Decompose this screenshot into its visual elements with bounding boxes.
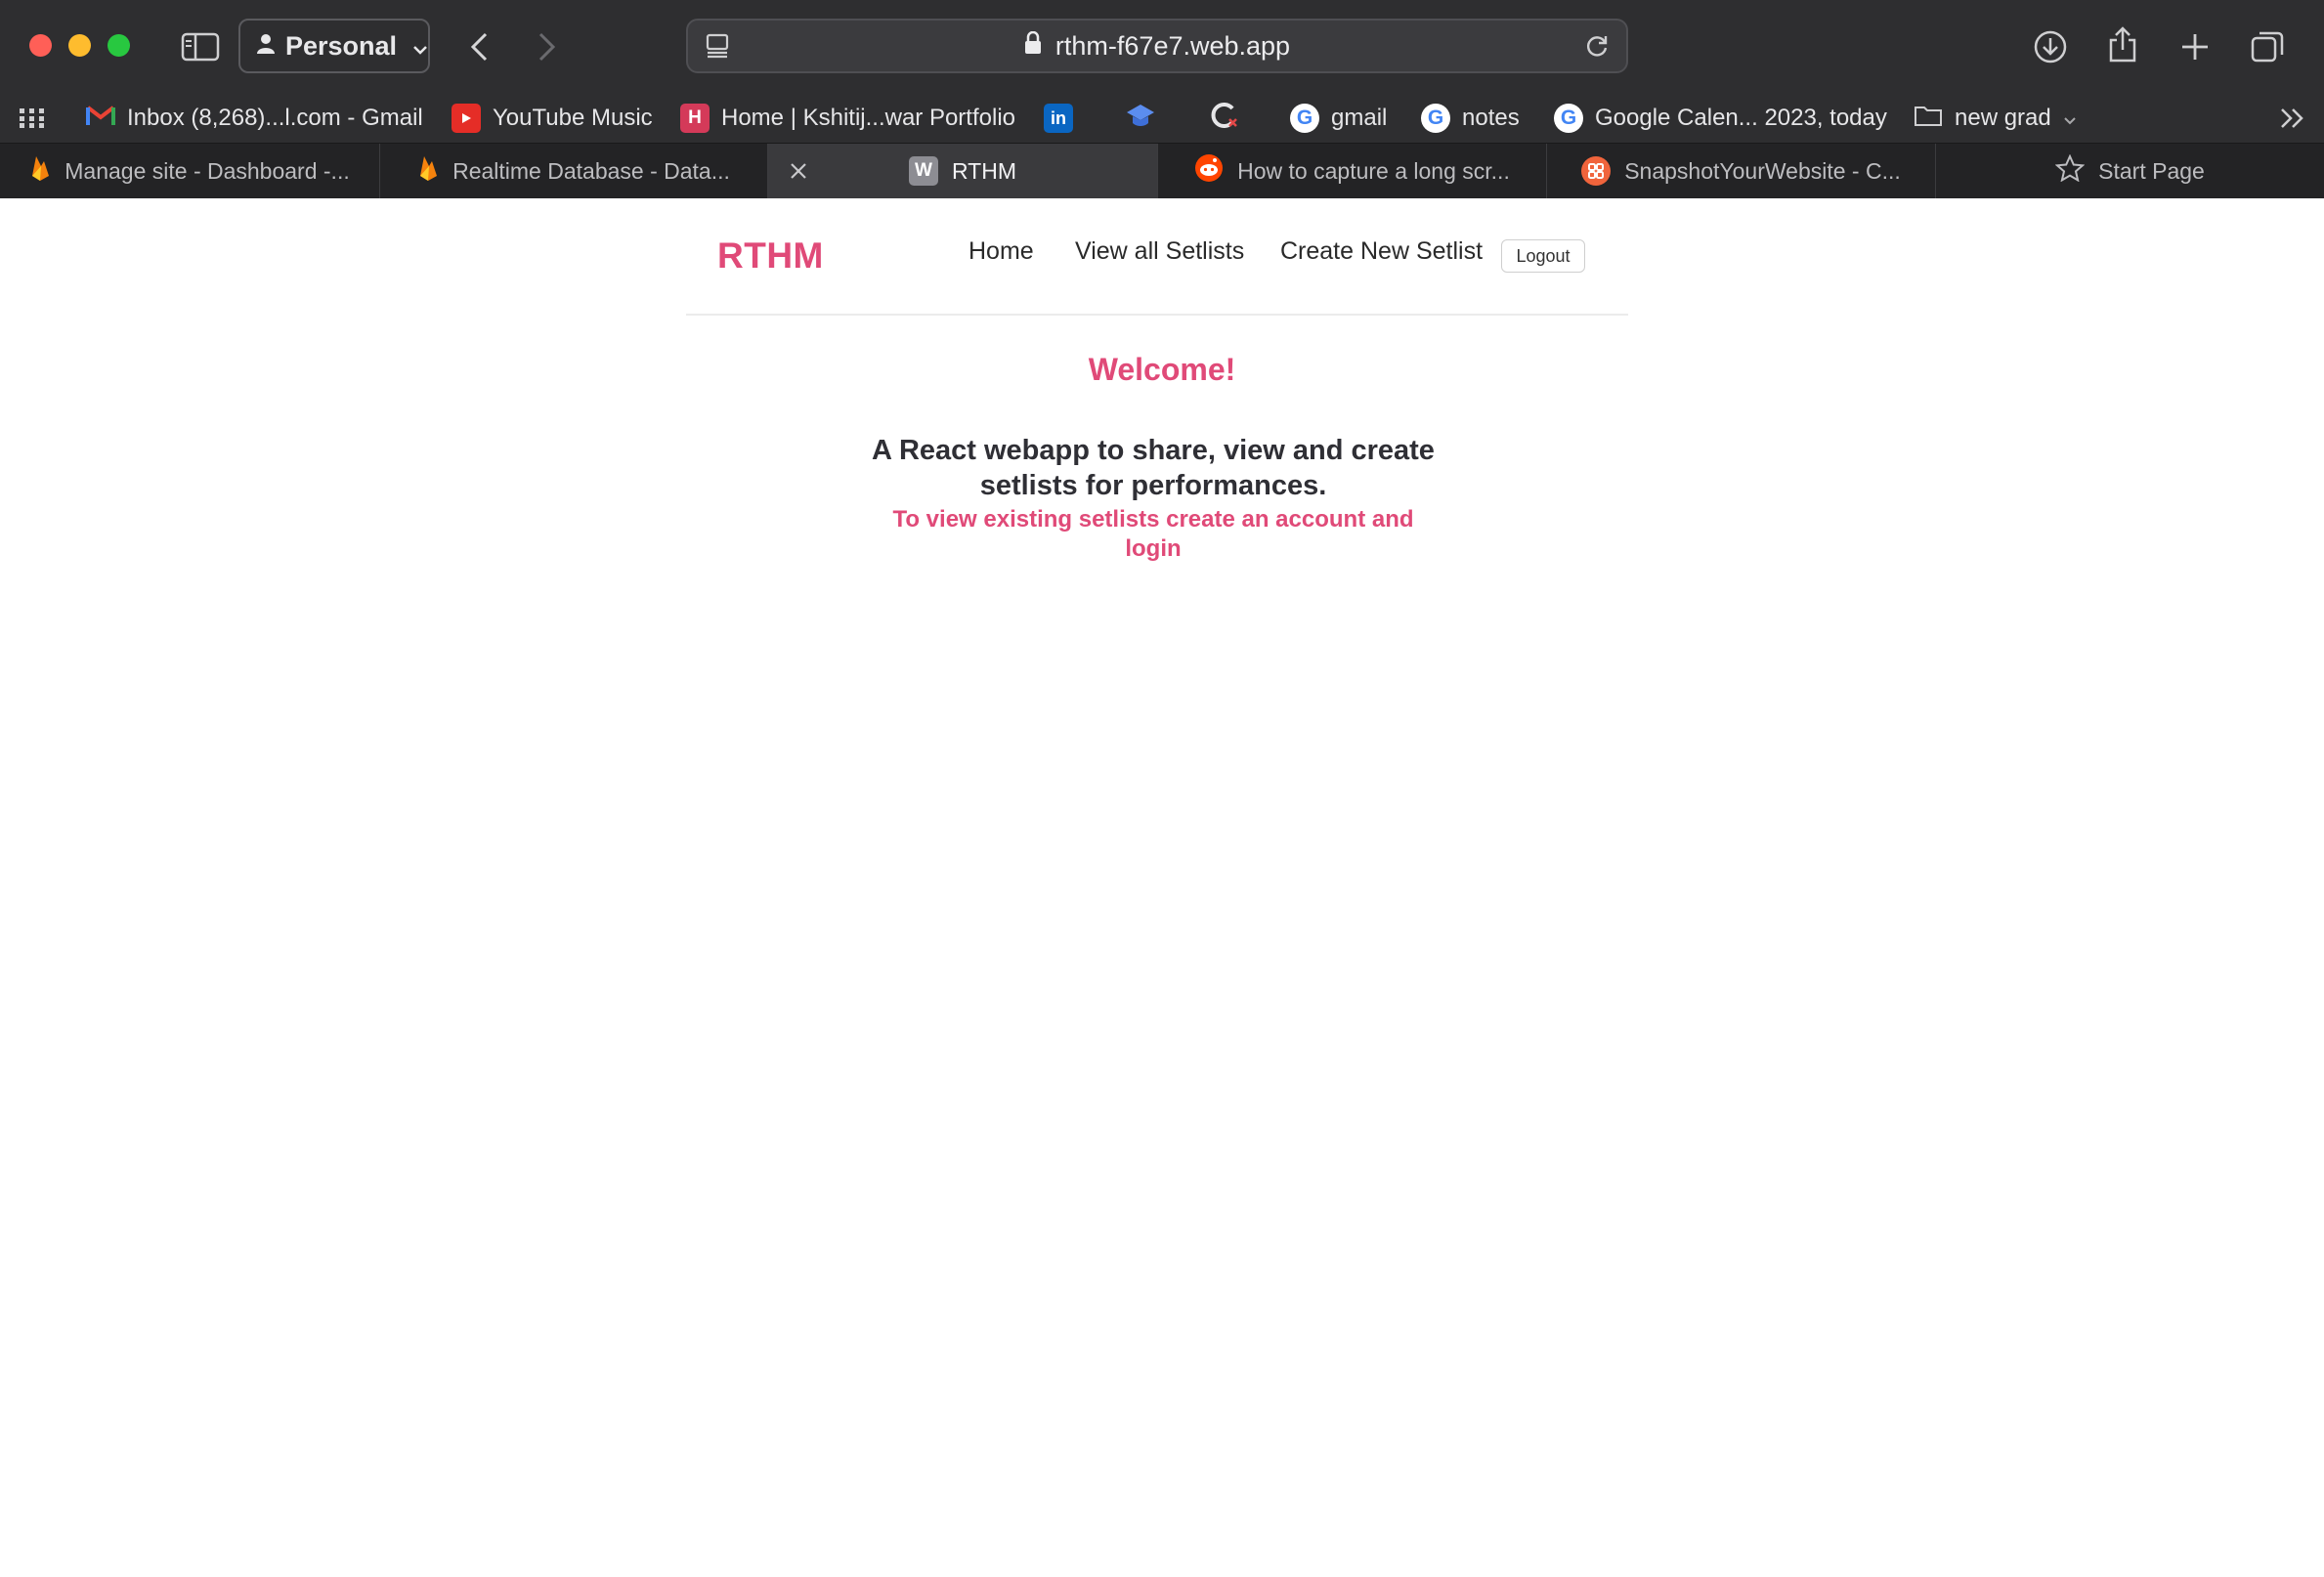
address-bar[interactable]: rthm-f67e7.web.app [686,19,1628,73]
reload-icon[interactable] [1577,28,1616,64]
logout-button[interactable]: Logout [1501,239,1585,273]
downloads-icon[interactable] [2029,25,2072,68]
nav-create-new-setlist-link[interactable]: Create New Setlist [1280,237,1483,266]
google-icon: G [1290,104,1319,133]
w-icon: W [908,156,938,186]
bookmark-notes[interactable]: G notes [1421,94,1520,143]
tab-label: Manage site - Dashboard -... [65,157,350,184]
youtube-icon [452,104,481,133]
bookmark-gmail[interactable]: G gmail [1290,94,1387,143]
tab-label: How to capture a long scr... [1237,157,1510,184]
bookmark-google-calendar[interactable]: G Google Calen... 2023, today [1554,94,1887,143]
google-icon: G [1554,104,1583,133]
star-icon [2054,153,2086,188]
folder-icon [1914,104,1943,134]
graduation-cap-icon [1126,103,1155,135]
site-navbar: RTHM Home View all Setlists Create New S… [686,198,1628,316]
close-tab-icon[interactable] [790,156,807,187]
bookmark-label: YouTube Music [493,105,653,131]
bookmark-folder-new-grad[interactable]: new grad [1914,94,2077,143]
tagline-text: A React webapp to share, view and create… [872,435,1435,501]
web-page: RTHM Home View all Setlists Create New S… [0,198,2324,1577]
tab-overview-icon[interactable] [2246,25,2289,68]
browser-chrome: Personal rthm-f67e7.web.app Inbox (8,268… [0,0,2324,198]
bookmark-portfolio[interactable]: H Home | Kshitij...war Portfolio [680,94,1015,143]
bookmark-gmail-inbox[interactable]: Inbox (8,268)...l.com - Gmail [86,94,423,143]
close-window-button[interactable] [29,34,52,57]
bookmark-graduation[interactable] [1126,94,1155,143]
portfolio-icon: H [680,104,710,133]
linkedin-icon: in [1044,104,1073,133]
lock-icon [1024,30,1042,62]
bookmark-label: Home | Kshitij...war Portfolio [721,105,1015,131]
minimize-window-button[interactable] [68,34,91,57]
tab-bar: Manage site - Dashboard -... Realtime Da… [0,143,2324,198]
browser-toolbar: Personal rthm-f67e7.web.app [0,0,2324,94]
tab-label: Realtime Database - Data... [452,157,730,184]
gmail-icon [86,104,115,134]
tab-label: RTHM [951,157,1016,184]
chevron-down-icon [412,31,428,62]
bookmark-linkedin[interactable]: in [1044,94,1073,143]
tab-realtime-database[interactable]: Realtime Database - Data... [380,144,768,198]
bookmark-label: notes [1462,105,1520,131]
back-icon[interactable] [459,27,498,66]
bookmark-youtube-music[interactable]: YouTube Music [452,94,653,143]
forward-icon[interactable] [528,27,567,66]
bookmark-label: gmail [1331,105,1388,131]
nav-view-all-setlists-link[interactable]: View all Setlists [1075,237,1244,266]
reddit-icon [1194,153,1224,189]
site-brand[interactable]: RTHM [717,235,824,277]
tab-start-page[interactable]: Start Page [1936,144,2324,198]
maximize-window-button[interactable] [108,34,130,57]
bookmark-extension[interactable] [1208,94,1239,143]
tab-label: Start Page [2098,157,2205,184]
url-display[interactable]: rthm-f67e7.web.app [688,21,1626,71]
more-bookmarks-icon[interactable] [2279,94,2306,143]
new-tab-icon[interactable] [2173,25,2216,68]
login-hint-text: To view existing setlists create an acco… [892,506,1414,562]
chevron-down-icon [2063,105,2077,132]
tab-reddit[interactable]: How to capture a long scr... [1158,144,1547,198]
profile-label: Personal [285,30,398,61]
firebase-icon [29,154,51,188]
person-icon [256,31,276,62]
bookmark-label: new grad [1955,105,2051,131]
apps-grid-icon[interactable] [20,94,45,143]
google-icon: G [1421,104,1450,133]
welcome-heading: Welcome! [1088,352,1236,387]
profile-switcher[interactable]: Personal [238,19,430,73]
url-text: rthm-f67e7.web.app [1054,30,1291,61]
tab-snapshot-your-website[interactable]: SnapshotYourWebsite - C... [1547,144,1936,198]
tab-rthm[interactable]: W RTHM [768,144,1158,198]
firebase-icon [417,154,439,188]
bookmark-label: Google Calen... 2023, today [1595,105,1887,131]
bookmarks-bar: Inbox (8,268)...l.com - Gmail YouTube Mu… [0,94,2324,143]
tab-manage-site[interactable]: Manage site - Dashboard -... [0,144,380,198]
extension-icon [1208,100,1239,138]
share-icon[interactable] [2101,23,2144,66]
bookmark-label: Inbox (8,268)...l.com - Gmail [127,105,423,131]
tab-label: SnapshotYourWebsite - C... [1624,157,1901,184]
sidebar-toggle-icon[interactable] [178,27,223,66]
snapshot-icon [1581,156,1612,186]
nav-home-link[interactable]: Home [968,237,1034,266]
